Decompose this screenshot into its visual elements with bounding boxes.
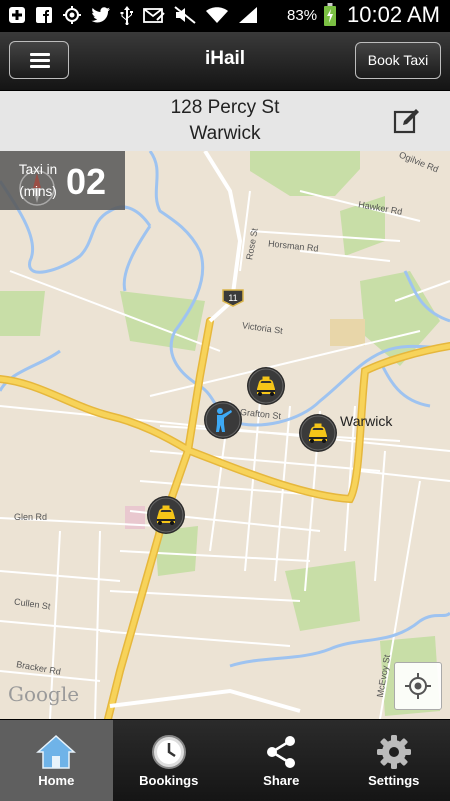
edit-icon[interactable] [392, 107, 422, 137]
eta-panel: Taxi in (mins) 02 [0, 151, 125, 210]
crosshair-icon [395, 663, 441, 709]
tab-label: Settings [338, 773, 450, 788]
wifi-icon [205, 6, 229, 24]
my-location-button[interactable] [394, 662, 442, 710]
battery-charging-icon [323, 3, 337, 27]
eta-label: Taxi in (mins) [14, 159, 62, 203]
tab-bookings[interactable]: Bookings [113, 720, 226, 801]
tab-label: Share [225, 773, 338, 788]
battery-percent: 83% [287, 7, 317, 24]
google-attribution: Google [8, 682, 79, 706]
signal-icon [238, 6, 258, 24]
taxi-marker[interactable] [298, 413, 338, 453]
status-bar: 83% 10:02 AM [0, 0, 450, 32]
eta-value: 02 [66, 161, 106, 203]
email-icon [143, 6, 165, 24]
route-number: 11 [228, 293, 237, 303]
mute-icon [174, 6, 196, 24]
book-taxi-button[interactable]: Book Taxi [355, 42, 441, 79]
gear-icon [376, 734, 412, 770]
facebook-icon [35, 6, 53, 24]
clock-time: 10:02 AM [347, 2, 440, 28]
taxi-marker[interactable] [246, 366, 286, 406]
usb-icon [120, 5, 134, 25]
home-icon [36, 734, 76, 770]
share-icon [263, 734, 299, 770]
taxi-marker[interactable] [146, 495, 186, 535]
tab-label: Bookings [113, 773, 226, 788]
pickup-address-bar[interactable]: 128 Percy St Warwick [0, 91, 450, 152]
address-suburb: Warwick [0, 123, 450, 145]
route-shield: 11 [222, 289, 244, 307]
address-street: 128 Percy St [0, 97, 450, 119]
location-icon [62, 5, 82, 25]
tab-settings[interactable]: Settings [338, 720, 450, 801]
twitter-icon [91, 6, 111, 24]
bottom-tab-bar: Home Bookings Share Setti [0, 719, 450, 801]
passenger-marker[interactable] [203, 400, 243, 440]
clock-icon [151, 734, 187, 770]
street-label: Glen Rd [14, 512, 47, 522]
tab-home[interactable]: Home [0, 720, 113, 801]
add-icon [8, 6, 26, 24]
map-view[interactable]: Ogilvie Rd Hawker Rd Horsman Rd Rose St … [0, 151, 450, 719]
title-bar: iHail Book Taxi [0, 32, 450, 91]
town-label: Warwick [340, 413, 392, 429]
tab-label: Home [0, 773, 113, 788]
tab-share[interactable]: Share [225, 720, 338, 801]
